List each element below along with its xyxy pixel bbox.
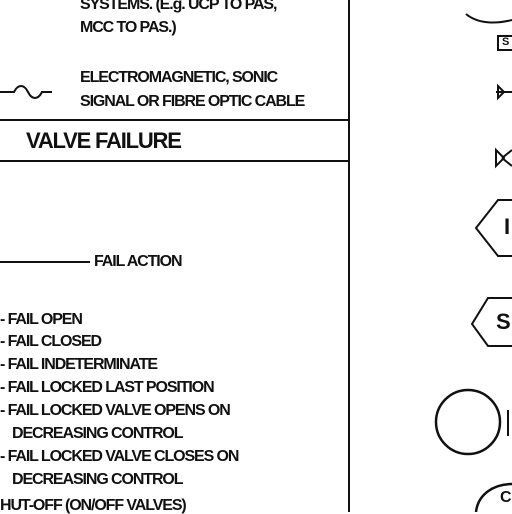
hex-tag-letter-2: S	[496, 309, 511, 334]
valve-arrow-mark-1	[496, 83, 512, 101]
instrument-circle	[434, 388, 502, 456]
bottom-tag-letter: C	[500, 489, 512, 506]
small-tag-letter: S	[502, 36, 509, 48]
right-symbol-column	[434, 13, 512, 512]
hex-tag-letter-1: I	[504, 214, 510, 239]
top-arc-symbol	[465, 13, 512, 24]
valve-arrow-mark-2	[495, 147, 512, 169]
